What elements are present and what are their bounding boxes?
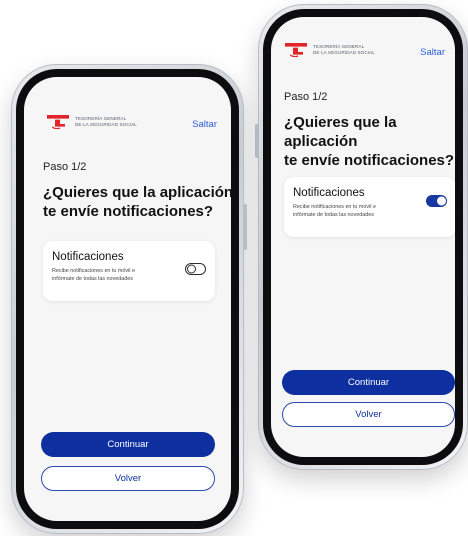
phone-right: TESORERÍA GENERAL DE LA SEGURIDAD SOCIAL… [255, 4, 468, 470]
phone-side-button [255, 124, 259, 158]
phone-left: TESORERÍA GENERAL DE LA SEGURIDAD SOCIAL… [11, 64, 247, 534]
step-indicator: Paso 1/2 [284, 91, 328, 103]
page-title-line-1: ¿Quieres que la aplicación [284, 114, 397, 150]
notifications-card: Notificaciones Recibe notificaciones en … [284, 177, 455, 237]
continue-button[interactable]: Continuar [41, 432, 215, 457]
notifications-toggle[interactable] [185, 263, 206, 275]
notifications-card-title: Notificaciones [293, 187, 365, 199]
phone-bezel: TESORERÍA GENERAL DE LA SEGURIDAD SOCIAL… [16, 69, 239, 529]
page-title-line-1: ¿Quieres que la aplicación [43, 184, 231, 201]
tgss-logo-text: TESORERÍA GENERAL DE LA SEGURIDAD SOCIAL [313, 44, 375, 55]
back-button[interactable]: Volver [282, 402, 455, 427]
toggle-knob [187, 264, 196, 274]
logo-line-2: DE LA SEGURIDAD SOCIAL [75, 122, 137, 127]
notifications-card-description: Recibe notificaciones en tu móvil e infó… [293, 204, 376, 219]
skip-link[interactable]: Saltar [420, 47, 445, 58]
notifications-desc-line-1: Recibe notificaciones en tu móvil e [52, 268, 135, 274]
page-title: ¿Quieres que la aplicación te envíe noti… [284, 113, 455, 170]
notifications-toggle[interactable] [426, 195, 447, 207]
logo-line-2: DE LA SEGURIDAD SOCIAL [313, 50, 375, 55]
step-indicator: Paso 1/2 [43, 161, 87, 173]
continue-button[interactable]: Continuar [282, 370, 455, 395]
back-button[interactable]: Volver [41, 466, 215, 491]
tgss-logo: TESORERÍA GENERAL DE LA SEGURIDAD SOCIAL [285, 43, 375, 57]
notifications-card: Notificaciones Recibe notificaciones en … [43, 241, 215, 301]
notifications-desc-line-2: infórmate de todas las novedades [293, 211, 374, 218]
phone-bezel: TESORERÍA GENERAL DE LA SEGURIDAD SOCIAL… [263, 9, 463, 465]
phone-screen-left: TESORERÍA GENERAL DE LA SEGURIDAD SOCIAL… [24, 77, 231, 521]
notifications-card-description: Recibe notificaciones en tu móvil e infó… [52, 268, 135, 283]
page-title-line-2: te envíe notificaciones? [43, 203, 214, 220]
tgss-logo-icon [285, 43, 307, 57]
page-title-line-2: te envíe notificaciones? [284, 152, 455, 169]
page-title: ¿Quieres que la aplicación te envíe noti… [43, 183, 231, 221]
notifications-desc-line-2: infórmate de todas las novedades [52, 275, 133, 282]
skip-link[interactable]: Saltar [192, 119, 217, 130]
tgss-logo-icon [47, 115, 69, 129]
phone-side-button [243, 204, 247, 250]
tgss-logo: TESORERÍA GENERAL DE LA SEGURIDAD SOCIAL [47, 115, 137, 129]
toggle-knob [436, 196, 446, 206]
phone-screen-right: TESORERÍA GENERAL DE LA SEGURIDAD SOCIAL… [271, 17, 455, 457]
notifications-card-title: Notificaciones [52, 251, 124, 263]
tgss-logo-text: TESORERÍA GENERAL DE LA SEGURIDAD SOCIAL [75, 116, 137, 127]
notifications-desc-line-1: Recibe notificaciones en tu móvil e [293, 204, 376, 210]
